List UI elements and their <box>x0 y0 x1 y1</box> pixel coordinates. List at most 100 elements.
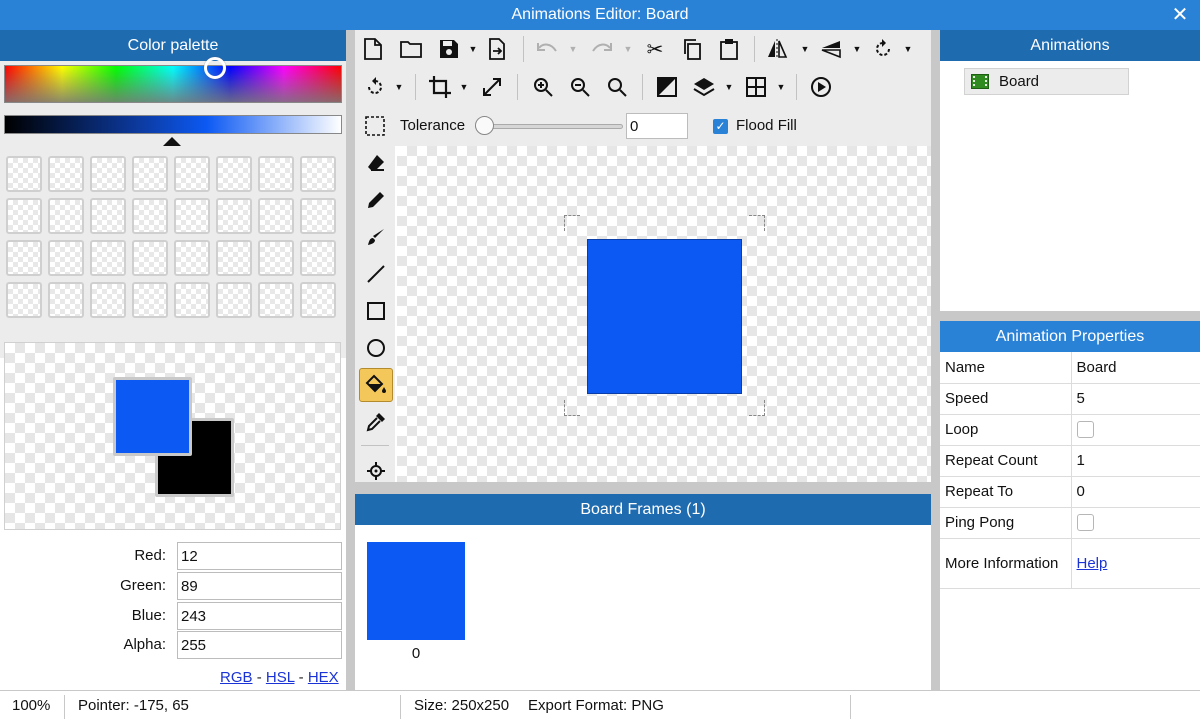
tolerance-slider[interactable] <box>475 116 623 135</box>
palette-swatch[interactable] <box>90 156 126 192</box>
palette-swatch[interactable] <box>132 156 168 192</box>
tolerance-slider-thumb[interactable] <box>475 116 494 135</box>
palette-swatch[interactable] <box>174 198 210 234</box>
palette-swatch[interactable] <box>258 282 294 318</box>
palette-swatch[interactable] <box>132 240 168 276</box>
play-icon[interactable] <box>807 72 835 102</box>
tolerance-input[interactable] <box>626 113 688 139</box>
selection-icon[interactable] <box>361 111 389 141</box>
speed-value[interactable]: 5 <box>1071 383 1200 415</box>
save-dropdown-icon[interactable]: ▼ <box>467 34 479 64</box>
zoom-in-icon[interactable] <box>529 72 557 102</box>
cut-icon[interactable]: ✂ <box>641 34 669 64</box>
properties-splitter[interactable] <box>940 311 1200 321</box>
open-folder-icon[interactable] <box>397 34 425 64</box>
hue-picker[interactable] <box>4 57 342 103</box>
palette-swatch[interactable] <box>174 156 210 192</box>
palette-swatch[interactable] <box>216 198 252 234</box>
palette-swatch[interactable] <box>48 282 84 318</box>
brush-icon[interactable] <box>359 220 393 254</box>
palette-swatch[interactable] <box>6 198 42 234</box>
palette-swatch[interactable] <box>258 156 294 192</box>
invert-colors-icon[interactable] <box>653 72 681 102</box>
palette-swatch[interactable] <box>48 240 84 276</box>
rotate-right-icon[interactable] <box>361 72 389 102</box>
right-splitter[interactable] <box>931 30 940 690</box>
save-icon[interactable] <box>435 34 463 64</box>
palette-swatch[interactable] <box>48 156 84 192</box>
palette-swatch[interactable] <box>48 198 84 234</box>
palette-swatch[interactable] <box>90 282 126 318</box>
crop-dropdown-icon[interactable]: ▼ <box>458 72 470 102</box>
rgb-link[interactable]: RGB <box>220 669 253 686</box>
eyedropper-icon[interactable] <box>359 405 393 439</box>
pencil-icon[interactable] <box>359 183 393 217</box>
palette-swatch[interactable] <box>90 198 126 234</box>
rectangle-icon[interactable] <box>359 294 393 328</box>
palette-swatch[interactable] <box>132 198 168 234</box>
ping-pong-checkbox[interactable] <box>1076 514 1094 532</box>
palette-swatch[interactable] <box>300 240 336 276</box>
red-input[interactable] <box>177 542 342 570</box>
palette-swatch[interactable] <box>258 198 294 234</box>
hex-link[interactable]: HEX <box>308 669 339 686</box>
flip-vertical-dropdown-icon[interactable]: ▼ <box>851 34 863 64</box>
name-value[interactable]: Board <box>1071 352 1200 384</box>
shade-picker[interactable] <box>4 115 342 134</box>
palette-swatch[interactable] <box>216 282 252 318</box>
palette-swatch[interactable] <box>6 282 42 318</box>
flip-dropdown-icon[interactable]: ▼ <box>799 34 811 64</box>
undo-icon[interactable] <box>533 34 561 64</box>
ellipse-icon[interactable] <box>359 331 393 365</box>
alpha-input[interactable] <box>177 631 342 659</box>
layers-dropdown-icon[interactable]: ▼ <box>723 72 735 102</box>
close-icon[interactable]: ✕ <box>1170 0 1190 30</box>
crop-icon[interactable] <box>426 72 454 102</box>
new-file-icon[interactable] <box>359 34 387 64</box>
animation-item-board[interactable]: Board <box>964 68 1129 95</box>
palette-swatch[interactable] <box>258 240 294 276</box>
undo-dropdown-icon[interactable]: ▼ <box>567 34 579 64</box>
flood-fill-checkbox[interactable]: ✓ <box>713 119 728 134</box>
rotate-dropdown-icon[interactable]: ▼ <box>902 34 914 64</box>
frame-thumbnail[interactable] <box>367 542 465 640</box>
palette-swatch[interactable] <box>300 156 336 192</box>
palette-swatch[interactable] <box>216 240 252 276</box>
repeat-count-value[interactable]: 1 <box>1071 445 1200 477</box>
palette-swatch[interactable] <box>300 198 336 234</box>
help-link[interactable]: Help <box>1077 555 1108 572</box>
green-input[interactable] <box>177 572 342 600</box>
palette-swatch[interactable] <box>132 282 168 318</box>
palette-swatch[interactable] <box>6 240 42 276</box>
repeat-to-value[interactable]: 0 <box>1071 476 1200 508</box>
eraser-icon[interactable] <box>359 146 393 180</box>
layers-icon[interactable] <box>690 72 718 102</box>
resize-icon[interactable] <box>478 72 506 102</box>
flip-vertical-icon[interactable] <box>817 34 845 64</box>
flip-horizontal-icon[interactable] <box>763 34 791 64</box>
line-icon[interactable] <box>359 257 393 291</box>
palette-swatch[interactable] <box>90 240 126 276</box>
palette-swatch[interactable] <box>216 156 252 192</box>
drawing-canvas[interactable] <box>397 146 931 482</box>
frames-splitter[interactable] <box>355 482 931 494</box>
loop-checkbox[interactable] <box>1076 421 1094 439</box>
shade-picker-marker[interactable] <box>163 137 181 146</box>
grid-dropdown-icon[interactable]: ▼ <box>775 72 787 102</box>
rotate-icon[interactable] <box>869 34 897 64</box>
zoom-out-icon[interactable] <box>566 72 594 102</box>
grid-icon[interactable] <box>742 72 770 102</box>
palette-swatch[interactable] <box>174 240 210 276</box>
hsl-link[interactable]: HSL <box>266 669 295 686</box>
zoom-fit-icon[interactable] <box>603 72 631 102</box>
palette-swatch[interactable] <box>300 282 336 318</box>
left-splitter[interactable] <box>346 30 355 690</box>
fill-bucket-icon[interactable] <box>359 368 393 402</box>
paste-icon[interactable] <box>715 34 743 64</box>
blue-input[interactable] <box>177 602 342 630</box>
hue-picker-handle[interactable] <box>204 57 226 79</box>
primary-color-swatch[interactable] <box>113 377 192 456</box>
redo-dropdown-icon[interactable]: ▼ <box>622 34 634 64</box>
palette-swatch[interactable] <box>174 282 210 318</box>
rotate-right-dropdown-icon[interactable]: ▼ <box>393 72 405 102</box>
